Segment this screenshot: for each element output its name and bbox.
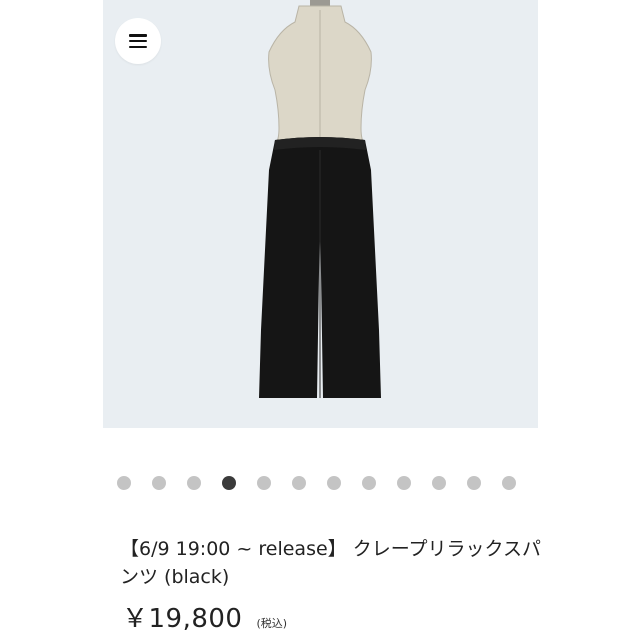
menu-button[interactable] <box>115 18 161 64</box>
gallery-dot[interactable] <box>222 476 236 490</box>
gallery-dot[interactable] <box>187 476 201 490</box>
product-price: ￥19,800 <box>122 604 243 634</box>
product-title: 【6/9 19:00 ~ release】 クレープリラックスパンツ (blac… <box>120 538 541 588</box>
gallery-dot[interactable] <box>257 476 271 490</box>
gallery-dot[interactable] <box>467 476 481 490</box>
gallery-dot[interactable] <box>327 476 341 490</box>
gallery-dot[interactable] <box>397 476 411 490</box>
gallery-dot[interactable] <box>432 476 446 490</box>
price-row: ￥19,800 (税込) <box>122 598 287 635</box>
gallery-dot[interactable] <box>152 476 166 490</box>
mannequin-stand <box>310 0 330 6</box>
product-page: 【6/9 19:00 ~ release】 クレープリラックスパンツ (blac… <box>0 0 640 640</box>
tax-note: (税込) <box>256 617 288 630</box>
gallery-pagination <box>0 476 640 490</box>
gallery-dot[interactable] <box>502 476 516 490</box>
gallery-dot[interactable] <box>117 476 131 490</box>
product-image[interactable] <box>103 0 538 428</box>
hamburger-menu-icon <box>129 34 147 48</box>
gallery-dot[interactable] <box>292 476 306 490</box>
product-photo <box>259 0 381 398</box>
gallery-dot[interactable] <box>362 476 376 490</box>
